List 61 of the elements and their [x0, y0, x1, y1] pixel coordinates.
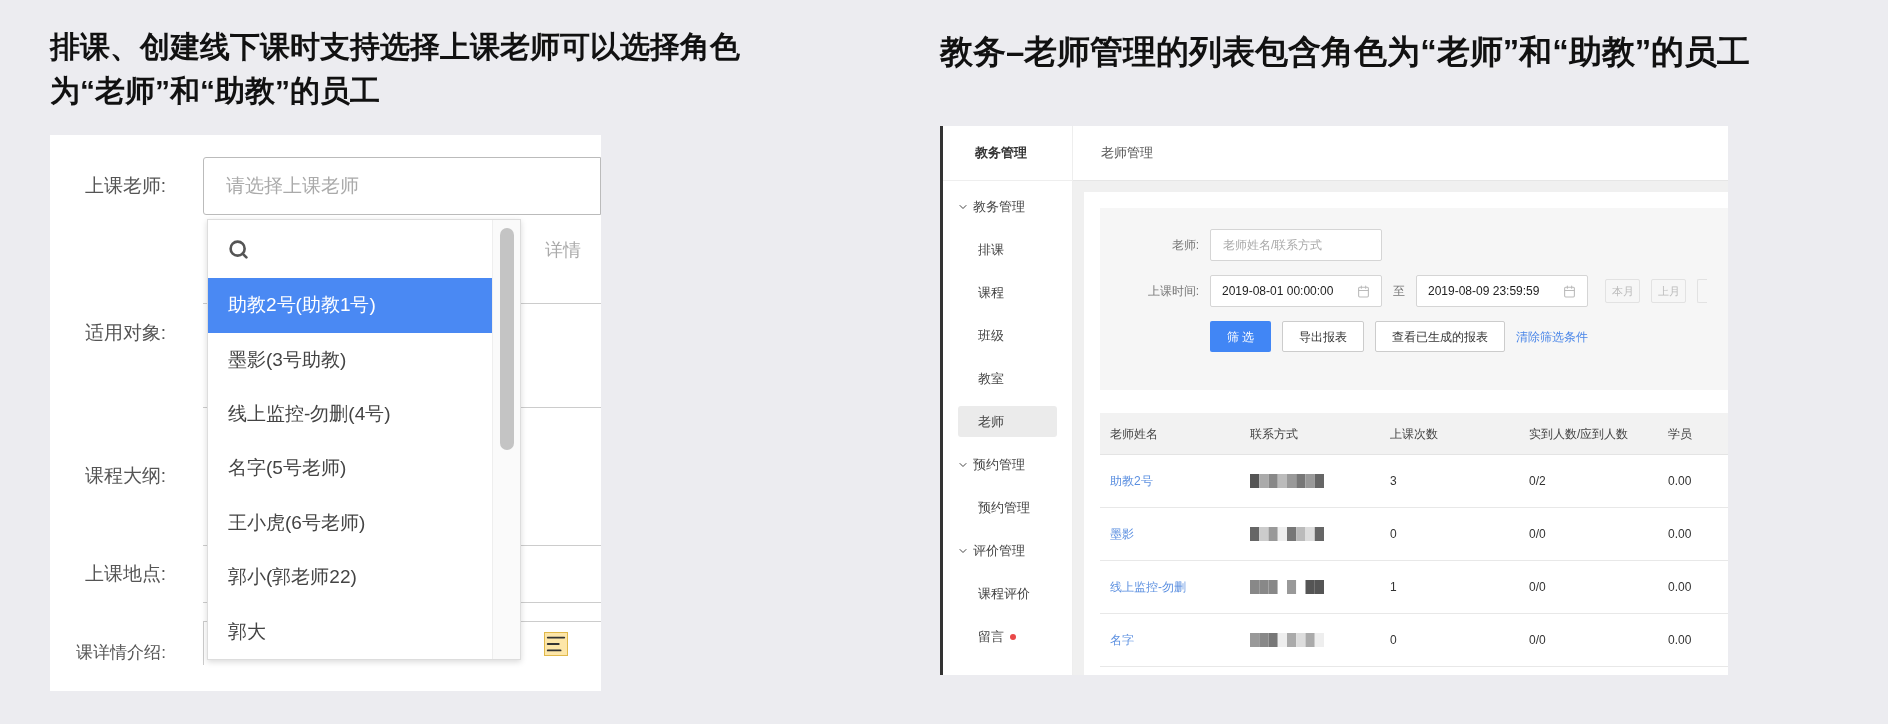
table-cell: 0 — [1390, 527, 1397, 541]
column-header: 学员 — [1668, 425, 1693, 443]
dropdown-item[interactable]: 名字(5号老师) — [208, 441, 492, 496]
sidebar-item[interactable]: 预约管理 — [958, 492, 1057, 523]
sidebar-group[interactable]: 教务管理 — [943, 185, 1072, 228]
page-title: 老师管理 — [1101, 144, 1153, 163]
field-label: 老师: — [1170, 237, 1199, 254]
field-label: 上课时间: — [1146, 283, 1199, 300]
teacher-name-link[interactable]: 线上监控-勿删 — [1110, 580, 1186, 594]
slide-heading: 排课、创建线下课时支持选择上课老师可以选择角色为“老师”和“助教”的员工 — [50, 29, 741, 109]
report-button[interactable]: 查看已生成的报表 — [1375, 321, 1505, 352]
teacher-name-link[interactable]: 墨影 — [1110, 527, 1134, 541]
table-cell: 0/0 — [1529, 633, 1546, 647]
sidebar-item[interactable]: 班级 — [958, 320, 1057, 351]
field-label: 课详情介绍: — [75, 641, 167, 664]
date-field[interactable]: 2019-08-01 00:00:00 — [1210, 275, 1382, 307]
table-cell: 0.00 — [1668, 527, 1692, 541]
calendar-icon — [1563, 284, 1576, 298]
sidebar-header: 教务管理 — [943, 126, 1072, 181]
align-left-icon[interactable] — [544, 631, 568, 656]
report-button[interactable]: 导出报表 — [1282, 321, 1364, 352]
clear-filters-link[interactable]: 清除筛选条件 — [1516, 327, 1588, 346]
table-cell: 1 — [1390, 580, 1397, 594]
field-label: 上课地点: — [83, 562, 167, 587]
teacher-search-field[interactable]: 老师姓名/联系方式 — [1210, 229, 1382, 261]
column-header: 联系方式 — [1250, 425, 1299, 443]
field-label: 课程大纲: — [83, 464, 167, 489]
table-cell: 0/0 — [1529, 527, 1546, 541]
column-header: 上课次数 — [1390, 425, 1439, 443]
field-label: 上课老师: — [83, 173, 167, 198]
dropdown-item[interactable]: 王小虎(6号老师) — [208, 495, 492, 551]
sidebar-item[interactable]: 教室 — [958, 363, 1057, 394]
field-label: 适用对象: — [83, 321, 167, 345]
column-header: 实到人数/应到人数 — [1529, 425, 1630, 443]
table-cell: 0 — [1390, 633, 1397, 647]
date-field[interactable]: 2019-08-09 23:59:59 — [1416, 275, 1588, 307]
range-separator: 至 — [1392, 283, 1406, 300]
sidebar-item[interactable]: 排课 — [958, 234, 1057, 265]
dropdown-item[interactable]: 郭小(郭老师22) — [208, 550, 492, 605]
sidebar-item[interactable]: 课程评价 — [958, 578, 1057, 609]
dropdown-item[interactable]: 墨影(3号助教) — [208, 332, 492, 388]
table-cell: 3 — [1390, 474, 1397, 488]
sidebar-group[interactable]: 预约管理 — [943, 443, 1072, 486]
slide-heading: 教务–老师管理的列表包含角色为“老师”和“助教”的员工 — [940, 32, 1752, 72]
search-icon[interactable] — [228, 238, 249, 260]
column-header: 老师姓名 — [1110, 425, 1159, 443]
scrollbar-thumb[interactable] — [499, 228, 514, 450]
table-cell: 0.00 — [1668, 633, 1692, 647]
table-cell: 0.00 — [1668, 580, 1692, 594]
dropdown-item[interactable]: 线上监控-勿删(4号) — [208, 387, 492, 442]
filter-button[interactable]: 筛 选 — [1210, 321, 1271, 352]
table-cell: 0/0 — [1529, 580, 1546, 594]
table-cell: 0.00 — [1668, 474, 1692, 488]
sidebar-item[interactable]: 留言 — [958, 621, 1057, 652]
hint-text: 详情 — [545, 239, 581, 262]
table-cell: 0/2 — [1529, 474, 1546, 488]
sidebar-item[interactable]: 课程 — [958, 277, 1057, 308]
calendar-icon — [1357, 284, 1370, 298]
sidebar-item[interactable]: 老师 — [958, 406, 1057, 437]
sidebar-group[interactable]: 评价管理 — [943, 529, 1072, 572]
dropdown-item[interactable]: 郭大 — [208, 604, 492, 659]
